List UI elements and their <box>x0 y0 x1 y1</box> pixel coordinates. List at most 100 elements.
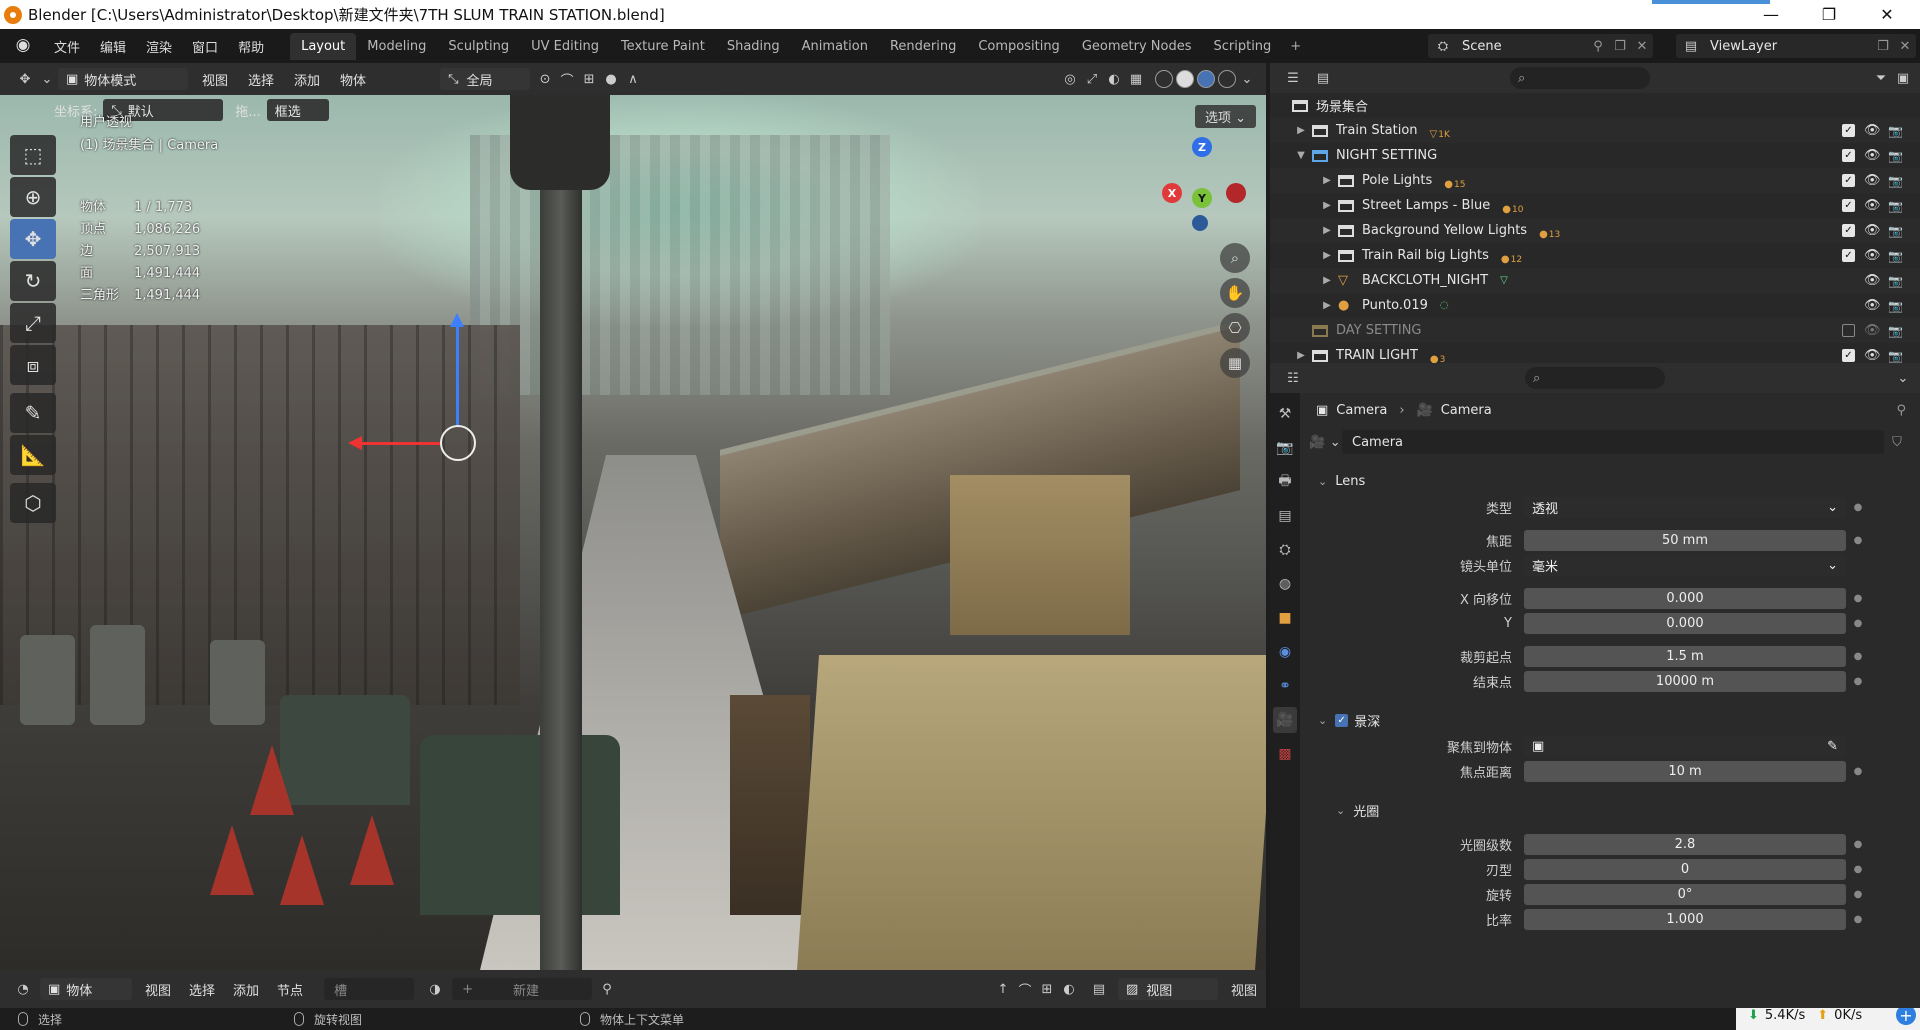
keyframe-dot-icon[interactable]: ● <box>1846 618 1870 629</box>
gizmo-z-axis[interactable]: Z <box>1192 137 1212 157</box>
menu-view[interactable]: 视图 <box>192 70 238 89</box>
blades-field[interactable]: 0 <box>1524 859 1846 880</box>
properties-editor-icon[interactable]: ☷ <box>1282 367 1304 389</box>
slot-dropdown[interactable]: 槽 <box>324 978 415 1000</box>
filter-icon[interactable]: ⏷ <box>1870 67 1892 89</box>
aperture-panel-header[interactable]: ⌄ 光圈 <box>1300 796 1920 824</box>
keyframe-dot-icon[interactable]: ● <box>1846 593 1870 604</box>
scale-tool-icon[interactable]: ⤢ <box>10 303 56 343</box>
render-camera-icon[interactable]: 📷 <box>1888 299 1903 313</box>
keyframe-dot-icon[interactable]: ● <box>1846 766 1870 777</box>
outliner-row-background-yellow-lights[interactable]: ▶ Background Yellow Lights ● 13 ✓ 👁 📷 <box>1270 218 1920 243</box>
render-camera-icon[interactable]: 📷 <box>1888 324 1903 338</box>
3d-viewport[interactable]: 坐标系: ⤡ 默认 拖... 框选 选项 ⌄ 用户透视 (1) 场景集合 | C… <box>0 95 1266 970</box>
outliner-row-scene-collection[interactable]: 场景集合 <box>1270 93 1920 118</box>
exclude-checkbox[interactable] <box>1842 324 1855 337</box>
scene-name[interactable]: Scene <box>1458 39 1587 54</box>
menu-add[interactable]: 添加 <box>224 980 268 999</box>
exclude-checkbox[interactable]: ✓ <box>1842 349 1855 362</box>
pivot-icon[interactable]: ⊙ <box>534 68 556 90</box>
dof-checkbox[interactable]: ✓ <box>1335 713 1349 727</box>
eye-icon[interactable]: 👁 <box>1864 273 1881 288</box>
transform-tool-icon[interactable]: ⧈ <box>10 345 56 385</box>
outliner-row-pole-lights[interactable]: ▶ Pole Lights ● 15 ✓ 👁 📷 <box>1270 168 1920 193</box>
tab-sculpting[interactable]: Sculpting <box>437 33 520 60</box>
widget-plus-icon[interactable]: + <box>1896 1005 1916 1025</box>
chevron-down-icon[interactable]: ⌄ <box>1892 367 1914 389</box>
expand-arrow-icon[interactable]: ▶ <box>1320 275 1334 286</box>
add-cube-tool-icon[interactable]: ⬡ <box>10 483 56 523</box>
fstop-field[interactable]: 2.8 <box>1524 834 1846 855</box>
render-camera-icon[interactable]: 📷 <box>1888 224 1903 238</box>
menu-edit[interactable]: 编辑 <box>90 37 136 56</box>
exclude-checkbox[interactable]: ✓ <box>1842 149 1855 162</box>
pin-icon[interactable]: ⚲ <box>1587 39 1609 54</box>
display-mode-icon[interactable]: ▤ <box>1312 67 1334 89</box>
material-shading-icon[interactable] <box>1197 70 1215 88</box>
zoom-icon[interactable]: ⌕ <box>1220 243 1250 273</box>
camera-data-icon[interactable]: 🎥 ⌄ <box>1308 435 1342 450</box>
overlay-icon[interactable]: ◐ <box>1058 978 1080 1000</box>
dropdown-arrow-icon[interactable]: ⌄ <box>36 68 58 90</box>
render-camera-icon[interactable]: 📷 <box>1888 349 1903 363</box>
remove-scene-icon[interactable]: ✕ <box>1631 39 1653 54</box>
menu-window[interactable]: 窗口 <box>182 37 228 56</box>
eye-icon[interactable]: 👁 <box>1864 173 1881 188</box>
gizmo-neg-z-axis[interactable] <box>1192 215 1208 231</box>
measure-tool-icon[interactable]: 📐 <box>10 435 56 475</box>
minimize-button[interactable]: — <box>1748 0 1794 29</box>
dof-panel-header[interactable]: ⌄ ✓ 景深 <box>1300 706 1920 734</box>
clip-end-field[interactable]: 10000 m <box>1524 671 1846 692</box>
gizmo-y-axis[interactable]: Y <box>1192 188 1212 208</box>
rotate-tool-icon[interactable]: ↻ <box>10 261 56 301</box>
outliner-row-train-station[interactable]: ▶ Train Station ▽ 1K ✓ 👁 📷 <box>1270 118 1920 143</box>
snap-target-icon[interactable]: ⊞ <box>578 68 600 90</box>
exclude-checkbox[interactable]: ✓ <box>1842 174 1855 187</box>
expand-arrow-icon[interactable]: ▶ <box>1320 300 1334 311</box>
remove-view-layer-icon[interactable]: ✕ <box>1894 39 1916 54</box>
blender-menu-icon[interactable]: ◉ <box>12 35 34 57</box>
menu-view[interactable]: 视图 <box>136 980 180 999</box>
tab-rendering[interactable]: Rendering <box>879 33 967 60</box>
clip-start-field[interactable]: 1.5 m <box>1524 646 1846 667</box>
render-camera-icon[interactable]: 📷 <box>1888 274 1903 288</box>
expand-arrow-icon[interactable]: ▶ <box>1294 125 1308 136</box>
xray-icon[interactable]: ▦ <box>1125 68 1147 90</box>
camera-view-icon[interactable]: ⎔ <box>1220 313 1250 343</box>
lens-type-dropdown[interactable]: 透视 ⌄ <box>1524 497 1846 518</box>
eye-icon[interactable]: 👁 <box>1864 323 1881 338</box>
new-material-button[interactable]: + 新建 <box>452 978 593 1000</box>
select-box-tool-icon[interactable]: ⬚ <box>10 135 56 175</box>
ratio-field[interactable]: 1.000 <box>1524 909 1846 930</box>
exclude-checkbox[interactable]: ✓ <box>1842 199 1855 212</box>
tab-uv-editing[interactable]: UV Editing <box>520 33 610 60</box>
render-camera-icon[interactable]: 📷 <box>1888 149 1903 163</box>
scene-tab-icon[interactable]: ⛭ <box>1273 537 1297 563</box>
rendered-shading-icon[interactable] <box>1218 70 1236 88</box>
texture-tab-icon[interactable]: ▩ <box>1273 741 1297 767</box>
editor-type-icon[interactable]: ✥ <box>14 68 36 90</box>
gizmo-x-arrow[interactable] <box>348 436 440 450</box>
view-layer-name[interactable]: ViewLayer <box>1706 39 1872 54</box>
eye-icon[interactable]: 👁 <box>1864 198 1881 213</box>
drag-dropdown[interactable]: 框选 <box>266 99 329 121</box>
camera-data-tab-icon[interactable]: 🎥 <box>1273 707 1297 733</box>
perspective-grid-icon[interactable]: ▦ <box>1220 348 1250 378</box>
view-layer-selector[interactable]: ▤ ViewLayer ❐ ✕ <box>1676 34 1916 58</box>
snap-icon[interactable]: ⌒ <box>1014 978 1036 1000</box>
world-tab-icon[interactable]: ◍ <box>1273 571 1297 597</box>
add-workspace-button[interactable]: + <box>1282 33 1309 60</box>
tab-texture-paint[interactable]: Texture Paint <box>610 33 716 60</box>
menu-render[interactable]: 渲染 <box>136 37 182 56</box>
maximize-button[interactable]: ❐ <box>1806 0 1852 29</box>
shift-y-field[interactable]: 0.000 <box>1524 613 1846 634</box>
expand-arrow-icon[interactable]: ▶ <box>1320 250 1334 261</box>
outliner-row-night-setting[interactable]: ▼ NIGHT SETTING ✓ 👁 📷 <box>1270 143 1920 168</box>
proportional-edit-icon[interactable]: ● <box>600 68 622 90</box>
keyframe-dot-icon[interactable]: ● <box>1846 502 1870 513</box>
wireframe-shading-icon[interactable] <box>1155 70 1173 88</box>
outliner-row-street-lamps-blue[interactable]: ▶ Street Lamps - Blue ● 10 ✓ 👁 📷 <box>1270 193 1920 218</box>
render-camera-icon[interactable]: 📷 <box>1888 199 1903 213</box>
keyframe-dot-icon[interactable]: ● <box>1846 535 1870 546</box>
lens-panel-header[interactable]: ⌄ Lens <box>1300 467 1920 495</box>
